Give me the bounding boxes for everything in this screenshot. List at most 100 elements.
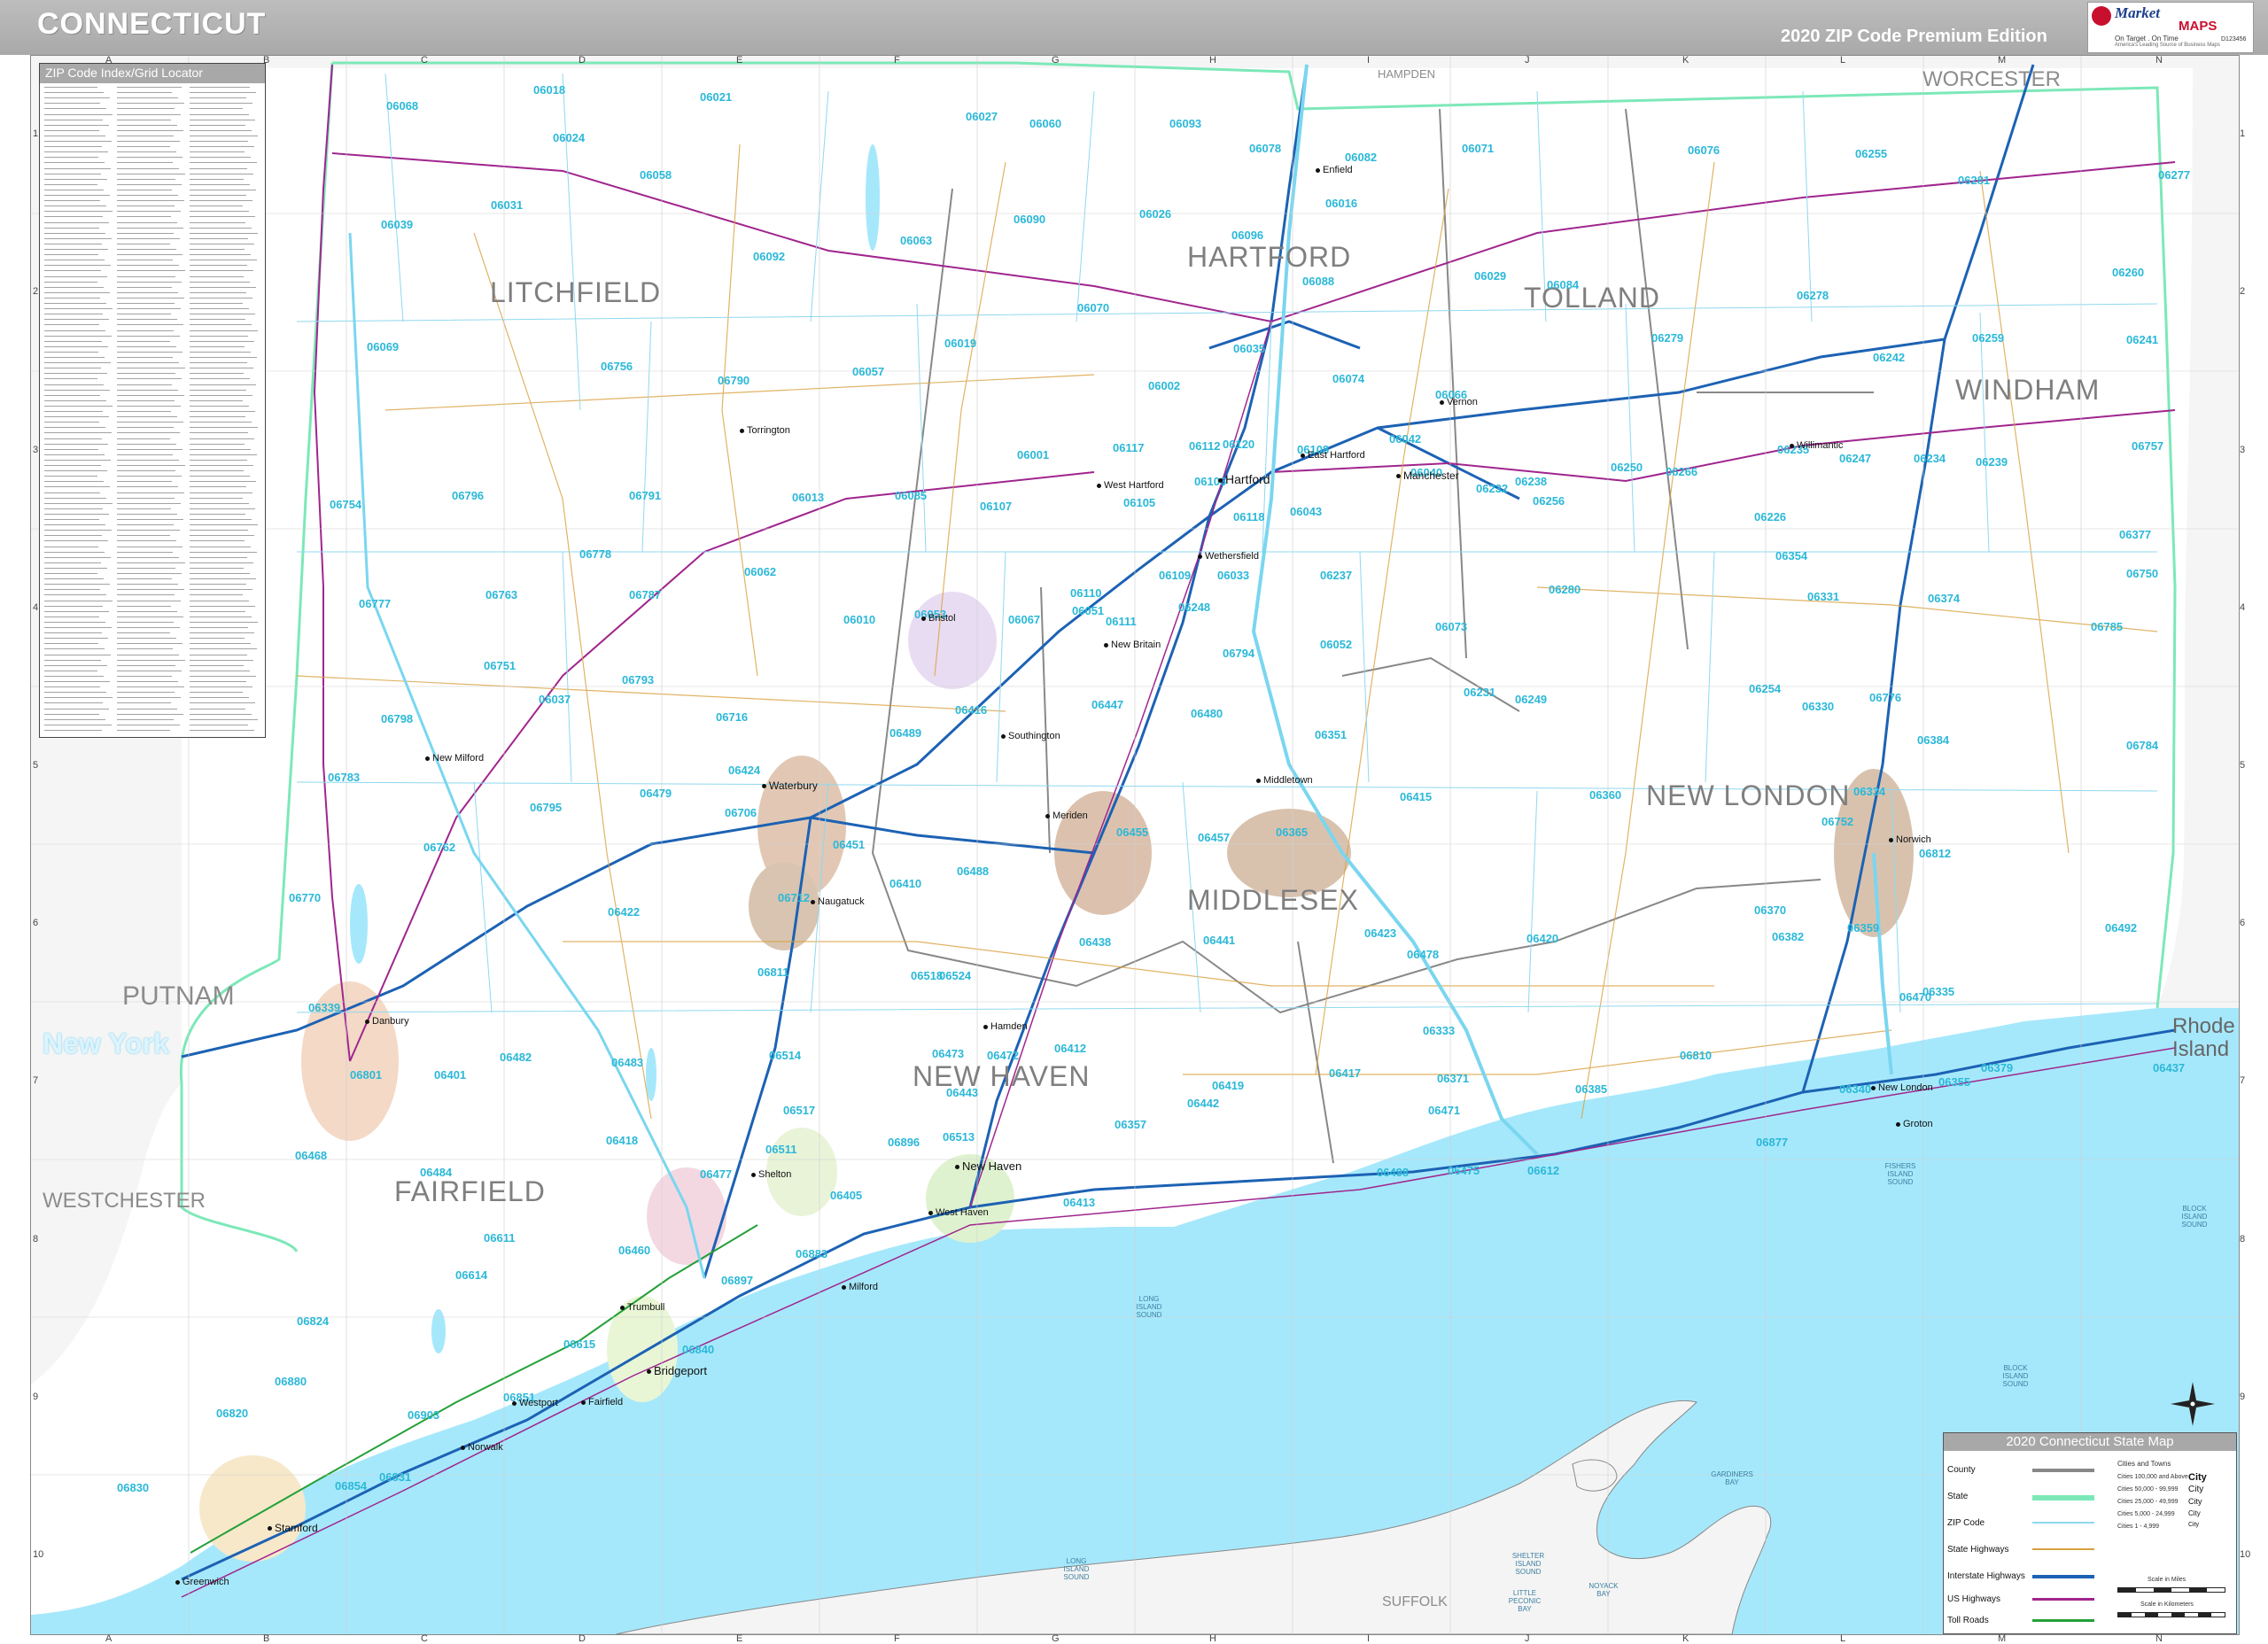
zip-code-label[interactable]: 06037 — [539, 693, 571, 706]
zip-code-label[interactable]: 06355 — [1938, 1075, 1970, 1089]
zip-code-label[interactable]: 06415 — [1400, 790, 1432, 803]
zip-code-label[interactable]: 06281 — [1958, 174, 1990, 187]
zip-code-label[interactable]: 06111 — [1106, 615, 1137, 628]
zip-code-label[interactable]: 06248 — [1178, 601, 1210, 614]
zip-code-label[interactable]: 06475 — [1448, 1164, 1480, 1177]
zip-code-label[interactable]: 06374 — [1928, 592, 1960, 605]
zip-code-label[interactable]: 06419 — [1212, 1079, 1244, 1092]
zip-code-label[interactable]: 06418 — [606, 1134, 638, 1147]
zip-code-label[interactable]: 06513 — [943, 1130, 975, 1144]
city-southington[interactable]: Southington — [1001, 731, 1060, 741]
zip-code-label[interactable]: 06340 — [1839, 1082, 1871, 1096]
zip-code-label[interactable]: 06785 — [2091, 620, 2123, 633]
zip-code-label[interactable]: 06488 — [957, 865, 989, 878]
zip-code-label[interactable]: 06752 — [1821, 815, 1853, 828]
zip-code-label[interactable]: 06793 — [622, 673, 654, 686]
zip-code-label[interactable]: 06757 — [2132, 439, 2163, 453]
zip-code-label[interactable]: 06830 — [117, 1481, 149, 1494]
city-bristol[interactable]: Bristol — [921, 613, 956, 624]
city-greenwich[interactable]: Greenwich — [175, 1577, 229, 1587]
zip-code-label[interactable]: 06612 — [1527, 1164, 1559, 1177]
zip-code-label[interactable]: 06076 — [1688, 143, 1720, 157]
zip-code-label[interactable]: 06031 — [491, 198, 523, 212]
zip-code-label[interactable]: 06706 — [725, 806, 757, 819]
zip-code-label[interactable]: 06039 — [381, 218, 413, 231]
zip-code-label[interactable]: 06777 — [359, 597, 391, 610]
zip-code-label[interactable]: 06472 — [987, 1049, 1019, 1062]
city-norwalk[interactable]: Norwalk — [461, 1442, 503, 1453]
zip-code-label[interactable]: 06360 — [1589, 788, 1621, 802]
zip-code-label[interactable]: 06812 — [1919, 847, 1951, 860]
zip-code-label[interactable]: 06232 — [1476, 482, 1508, 495]
zip-code-label[interactable]: 06010 — [843, 613, 875, 626]
zip-code-label[interactable]: 06062 — [744, 565, 776, 578]
zip-code-label[interactable]: 06255 — [1855, 147, 1887, 160]
city-fairfield[interactable]: Fairfield — [581, 1397, 623, 1407]
zip-code-label[interactable]: 06260 — [2112, 266, 2144, 279]
city-naugatuck[interactable]: Naugatuck — [811, 896, 865, 907]
zip-code-label[interactable]: 06120 — [1223, 438, 1254, 451]
zip-code-label[interactable]: 06798 — [381, 712, 413, 725]
zip-code-label[interactable]: 06024 — [553, 131, 585, 144]
zip-code-label[interactable]: 06112 — [1189, 439, 1220, 453]
zip-code-label[interactable]: 06371 — [1437, 1072, 1469, 1085]
zip-code-label[interactable]: 06354 — [1775, 549, 1807, 562]
zip-code-label[interactable]: 06611 — [484, 1231, 515, 1245]
zip-code-label[interactable]: 06896 — [888, 1136, 920, 1149]
zip-code-label[interactable]: 06029 — [1474, 269, 1506, 283]
city-norwich[interactable]: Norwich — [1889, 834, 1931, 845]
zip-code-label[interactable]: 06370 — [1754, 903, 1786, 917]
zip-code-label[interactable]: 06763 — [485, 588, 517, 601]
city-vernon[interactable]: Vernon — [1440, 397, 1478, 407]
zip-code-label[interactable]: 06051 — [1072, 604, 1104, 617]
zip-code-label[interactable]: 06791 — [629, 489, 661, 502]
zip-code-label[interactable]: 06416 — [955, 703, 987, 717]
zip-code-label[interactable]: 06423 — [1364, 927, 1396, 940]
city-new-milford[interactable]: New Milford — [425, 753, 484, 764]
zip-code-label[interactable]: 06088 — [1302, 275, 1334, 288]
zip-code-label[interactable]: 06073 — [1435, 620, 1467, 633]
zip-code-label[interactable]: 06242 — [1873, 351, 1905, 364]
zip-code-label[interactable]: 06484 — [420, 1166, 452, 1179]
zip-code-label[interactable]: 06750 — [2126, 567, 2158, 580]
zip-code-label[interactable]: 06110 — [1070, 586, 1101, 600]
zip-code-label[interactable]: 06479 — [640, 787, 672, 800]
zip-code-label[interactable]: 06756 — [601, 360, 633, 373]
zip-code-label[interactable]: 06249 — [1515, 693, 1547, 706]
city-torrington[interactable]: Torrington — [740, 425, 790, 436]
zip-code-label[interactable]: 06457 — [1198, 831, 1230, 844]
zip-code-label[interactable]: 06035 — [1233, 342, 1265, 355]
zip-code-label[interactable]: 06451 — [833, 838, 865, 851]
city-shelton[interactable]: Shelton — [751, 1169, 791, 1180]
zip-code-label[interactable]: 06524 — [939, 969, 971, 982]
zip-code-label[interactable]: 06241 — [2126, 333, 2158, 346]
zip-code-label[interactable]: 06517 — [783, 1104, 815, 1117]
zip-code-label[interactable]: 06489 — [889, 726, 921, 740]
zip-code-label[interactable]: 06256 — [1533, 494, 1565, 508]
zip-code-label[interactable]: 06071 — [1462, 142, 1494, 155]
zip-code-label[interactable]: 06027 — [966, 110, 998, 123]
zip-code-label[interactable]: 06231 — [1464, 686, 1495, 699]
zip-code-label[interactable]: 06042 — [1389, 432, 1421, 446]
zip-code-label[interactable]: 06118 — [1233, 510, 1264, 523]
city-trumbull[interactable]: Trumbull — [620, 1302, 664, 1313]
zip-code-label[interactable]: 06385 — [1575, 1082, 1607, 1096]
zip-code-label[interactable]: 06447 — [1091, 698, 1123, 711]
city-hartford[interactable]: Hartford — [1218, 472, 1270, 486]
city-middletown[interactable]: Middletown — [1256, 775, 1313, 786]
zip-code-label[interactable]: 06033 — [1217, 569, 1249, 582]
zip-code-label[interactable]: 06379 — [1981, 1061, 2013, 1074]
city-wethersfield[interactable]: Wethersfield — [1198, 551, 1259, 562]
zip-code-label[interactable]: 06016 — [1325, 197, 1357, 210]
city-east-hartford[interactable]: East Hartford — [1301, 450, 1365, 461]
zip-code-label[interactable]: 06057 — [852, 365, 884, 378]
zip-code-label[interactable]: 06266 — [1666, 465, 1697, 478]
zip-code-label[interactable]: 06333 — [1423, 1024, 1455, 1037]
zip-code-label[interactable]: 06085 — [895, 489, 927, 502]
zip-code-label[interactable]: 06811 — [757, 965, 788, 979]
zip-code-label[interactable]: 06259 — [1972, 331, 2004, 345]
zip-code-label[interactable]: 06359 — [1847, 921, 1879, 934]
city-bridgeport[interactable]: Bridgeport — [647, 1364, 707, 1377]
zip-code-label[interactable]: 06280 — [1549, 583, 1581, 596]
zip-code-label[interactable]: 06776 — [1869, 691, 1901, 704]
